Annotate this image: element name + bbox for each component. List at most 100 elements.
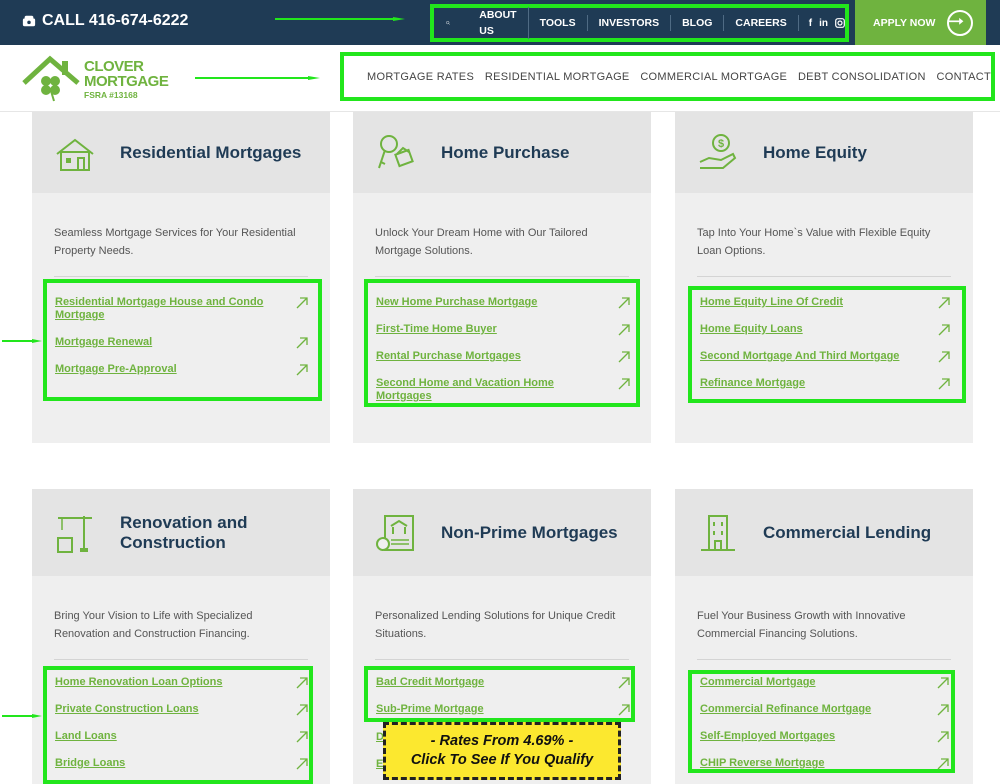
annotation-arrow xyxy=(2,714,42,718)
linkedin-icon[interactable]: in xyxy=(819,18,828,29)
instagram-icon[interactable] xyxy=(835,18,845,28)
link-private-construction[interactable]: Private Construction Loans xyxy=(55,703,199,716)
phone-icon xyxy=(22,15,36,27)
card-links: New Home Purchase Mortgage First-Time Ho… xyxy=(364,279,640,407)
nav-blog[interactable]: BLOG xyxy=(671,15,725,31)
link-bridge-loans[interactable]: Bridge Loans xyxy=(55,757,125,770)
arrow-up-right-icon[interactable] xyxy=(618,297,630,309)
link-land-loans[interactable]: Land Loans xyxy=(55,730,117,743)
arrow-up-right-icon[interactable] xyxy=(296,297,308,309)
card-links: Home Equity Line Of Credit Home Equity L… xyxy=(688,286,966,403)
divider xyxy=(697,276,951,277)
divider xyxy=(375,276,629,277)
card-description: Personalized Lending Solutions for Uniqu… xyxy=(375,610,616,640)
building-icon xyxy=(701,514,735,551)
crane-icon xyxy=(57,515,92,553)
card-title: Residential Mortgages xyxy=(120,142,302,162)
divider xyxy=(375,659,629,660)
card-links: Home Renovation Loan Options Private Con… xyxy=(43,666,313,784)
house-icon xyxy=(56,138,94,171)
card-description: Seamless Mortgage Services for Your Resi… xyxy=(54,227,296,257)
arrow-up-right-icon[interactable] xyxy=(296,337,308,349)
card-description: Fuel Your Business Growth with Innovativ… xyxy=(697,610,906,640)
arrow-up-right-icon[interactable] xyxy=(937,677,949,689)
link-sub-prime[interactable]: Sub-Prime Mortgage xyxy=(376,703,484,716)
clover-house-logo-icon xyxy=(22,55,80,102)
nav-residential-mortgage[interactable]: RESIDENTIAL MORTGAGE xyxy=(485,71,630,83)
arrow-up-right-icon[interactable] xyxy=(938,378,950,390)
nav-debt-consolidation[interactable]: DEBT CONSOLIDATION xyxy=(798,71,926,83)
annotation-arrow xyxy=(2,339,42,343)
arrow-up-right-icon[interactable] xyxy=(618,324,630,336)
card-title: Home Purchase xyxy=(441,142,570,162)
top-bar: CALL 416-674-6222 ABOUT US TOOLS INVESTO… xyxy=(0,0,1000,45)
arrow-up-right-icon[interactable] xyxy=(296,758,308,770)
arrow-up-right-icon[interactable] xyxy=(618,351,630,363)
nav-mortgage-rates[interactable]: MORTGAGE RATES xyxy=(367,71,474,83)
svg-text:$: $ xyxy=(718,138,724,150)
nav-commercial-mortgage[interactable]: COMMERCIAL MORTGAGE xyxy=(640,71,787,83)
arrow-up-right-icon[interactable] xyxy=(938,297,950,309)
link-mortgage-renewal[interactable]: Mortgage Renewal xyxy=(55,336,152,349)
arrow-up-right-icon[interactable] xyxy=(296,677,308,689)
main-header: CLOVER MORTGAGE FSRA #13168 MORTGAGE RATE… xyxy=(0,45,1000,112)
card-description: Tap Into Your Home`s Value with Flexible… xyxy=(697,227,931,257)
nav-careers[interactable]: CAREERS xyxy=(724,15,799,31)
link-home-renovation[interactable]: Home Renovation Loan Options xyxy=(55,676,222,689)
link-pre-approval[interactable]: Mortgage Pre-Approval xyxy=(55,363,177,376)
apply-now-button[interactable]: APPLY NOW xyxy=(855,0,986,45)
card-description: Unlock Your Dream Home with Our Tailored… xyxy=(375,227,588,257)
arrow-up-right-icon[interactable] xyxy=(937,731,949,743)
facebook-icon[interactable]: f xyxy=(809,18,812,29)
link-residential-house-condo[interactable]: Residential Mortgage House and Condo Mor… xyxy=(55,296,265,322)
link-refinance[interactable]: Refinance Mortgage xyxy=(700,377,805,390)
nav-tools[interactable]: TOOLS xyxy=(529,15,588,31)
link-new-home-purchase[interactable]: New Home Purchase Mortgage xyxy=(376,296,537,309)
logo[interactable]: CLOVER MORTGAGE FSRA #13168 xyxy=(22,53,172,105)
link-home-equity-loans[interactable]: Home Equity Loans xyxy=(700,323,803,336)
card-title-line2: Construction xyxy=(120,532,226,552)
link-bad-credit[interactable]: Bad Credit Mortgage xyxy=(376,676,484,689)
arrow-circle-icon xyxy=(947,9,974,36)
card-home-equity: $ Home Equity Tap Into Your Home`s Value… xyxy=(675,112,973,443)
fsra-number: FSRA #13168 xyxy=(84,90,138,100)
card-title: Commercial Lending xyxy=(763,522,932,542)
call-link[interactable]: CALL 416-674-6222 xyxy=(22,12,188,30)
divider xyxy=(54,276,308,277)
link-first-time-buyer[interactable]: First-Time Home Buyer xyxy=(376,323,497,336)
link-self-employed[interactable]: Self-Employed Mortgages xyxy=(700,730,835,743)
card-description: Bring Your Vision to Life with Specializ… xyxy=(54,610,253,640)
divider xyxy=(54,659,308,660)
arrow-up-right-icon[interactable] xyxy=(938,324,950,336)
nav-about-us[interactable]: ABOUT US xyxy=(468,7,529,39)
divider xyxy=(697,659,951,660)
link-second-home-vacation[interactable]: Second Home and Vacation Home Mortgages xyxy=(376,377,566,403)
link-rental-purchase[interactable]: Rental Purchase Mortgages xyxy=(376,350,521,363)
annotation-arrow xyxy=(275,17,405,21)
card-links: Residential Mortgage House and Condo Mor… xyxy=(43,279,322,401)
arrow-up-right-icon[interactable] xyxy=(618,677,630,689)
hand-dollar-icon: $ xyxy=(699,133,737,169)
nav-investors[interactable]: INVESTORS xyxy=(588,15,672,31)
search-icon[interactable] xyxy=(446,15,451,31)
arrow-up-right-icon[interactable] xyxy=(618,378,630,390)
arrow-up-right-icon[interactable] xyxy=(296,364,308,376)
link-chip-reverse[interactable]: CHIP Reverse Mortgage xyxy=(700,757,825,770)
rates-promo-button[interactable]: - Rates From 4.69% - Click To See If You… xyxy=(383,722,621,780)
card-title: Home Equity xyxy=(763,142,867,162)
card-residential-mortgages: Residential Mortgages Seamless Mortgage … xyxy=(32,112,330,443)
arrow-up-right-icon[interactable] xyxy=(618,704,630,716)
link-commercial-mortgage[interactable]: Commercial Mortgage xyxy=(700,676,816,689)
link-heloc[interactable]: Home Equity Line Of Credit xyxy=(700,296,843,309)
card-title: Renovation and Construction xyxy=(120,513,248,553)
arrow-up-right-icon[interactable] xyxy=(296,704,308,716)
link-commercial-refinance[interactable]: Commercial Refinance Mortgage xyxy=(700,703,871,716)
nav-contact[interactable]: CONTACT xyxy=(937,71,991,83)
top-nav: ABOUT US TOOLS INVESTORS BLOG CAREERS f … xyxy=(430,4,849,42)
link-second-third-mortgage[interactable]: Second Mortgage And Third Mortgage xyxy=(700,350,899,363)
arrow-up-right-icon[interactable] xyxy=(937,704,949,716)
arrow-up-right-icon[interactable] xyxy=(937,758,949,770)
arrow-up-right-icon[interactable] xyxy=(296,731,308,743)
arrow-up-right-icon[interactable] xyxy=(938,351,950,363)
document-bank-icon xyxy=(376,514,414,551)
